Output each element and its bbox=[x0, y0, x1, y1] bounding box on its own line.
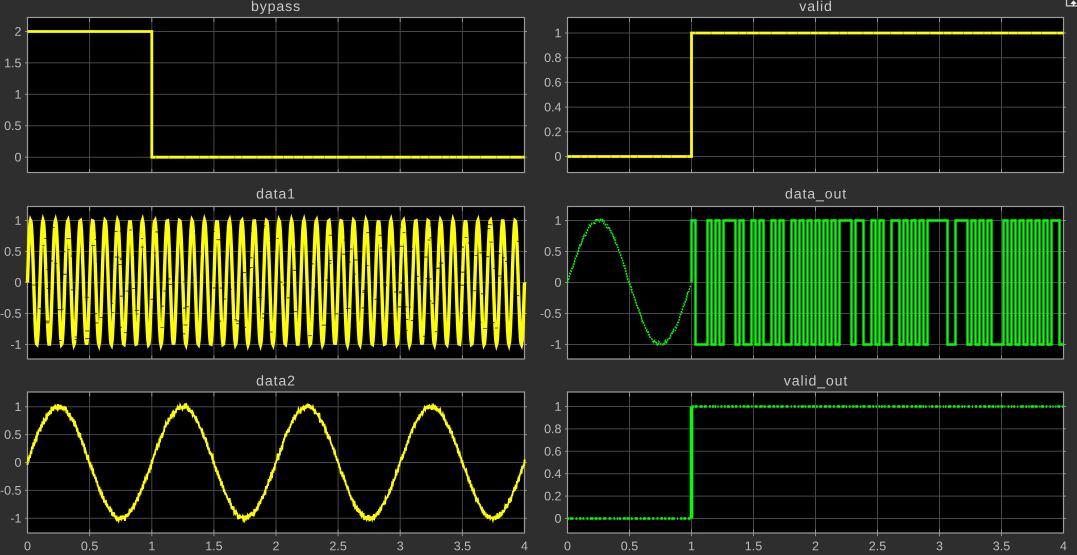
svg-text:0.5: 0.5 bbox=[544, 245, 561, 259]
svg-text:0: 0 bbox=[15, 456, 22, 470]
svg-text:-0.5: -0.5 bbox=[540, 307, 562, 321]
svg-text:2.5: 2.5 bbox=[329, 539, 346, 553]
svg-text:2: 2 bbox=[812, 539, 819, 553]
svg-text:0: 0 bbox=[15, 150, 22, 164]
svg-text:bypass: bypass bbox=[251, 0, 301, 15]
svg-text:0.5: 0.5 bbox=[4, 428, 21, 442]
svg-text:-1: -1 bbox=[10, 338, 21, 352]
svg-text:valid: valid bbox=[799, 0, 832, 15]
svg-text:1: 1 bbox=[15, 400, 22, 414]
svg-text:data1: data1 bbox=[256, 186, 296, 202]
svg-text:0: 0 bbox=[24, 539, 31, 553]
svg-text:1: 1 bbox=[555, 214, 562, 228]
svg-text:1.5: 1.5 bbox=[4, 56, 21, 70]
svg-text:0.8: 0.8 bbox=[544, 51, 561, 65]
svg-text:-0.5: -0.5 bbox=[0, 484, 22, 498]
svg-text:0.6: 0.6 bbox=[544, 76, 561, 90]
svg-text:1: 1 bbox=[148, 539, 155, 553]
svg-text:3: 3 bbox=[397, 539, 404, 553]
svg-text:0.2: 0.2 bbox=[544, 125, 561, 139]
svg-text:0: 0 bbox=[564, 539, 571, 553]
svg-text:0.5: 0.5 bbox=[621, 539, 638, 553]
svg-text:1.5: 1.5 bbox=[745, 539, 762, 553]
svg-text:1: 1 bbox=[15, 214, 22, 228]
svg-text:data2: data2 bbox=[256, 373, 296, 389]
svg-text:0: 0 bbox=[15, 276, 22, 290]
svg-text:0.4: 0.4 bbox=[544, 467, 561, 481]
svg-text:4: 4 bbox=[1060, 539, 1067, 553]
svg-text:0.4: 0.4 bbox=[544, 100, 561, 114]
svg-text:1: 1 bbox=[555, 400, 562, 414]
svg-text:3.5: 3.5 bbox=[993, 539, 1010, 553]
svg-text:0.8: 0.8 bbox=[544, 422, 561, 436]
svg-text:3.5: 3.5 bbox=[454, 539, 471, 553]
svg-text:-0.5: -0.5 bbox=[0, 307, 22, 321]
svg-text:-1: -1 bbox=[550, 338, 561, 352]
svg-text:0.6: 0.6 bbox=[544, 445, 561, 459]
svg-text:-1: -1 bbox=[10, 512, 21, 526]
svg-text:valid_out: valid_out bbox=[784, 373, 848, 389]
svg-text:3: 3 bbox=[936, 539, 943, 553]
svg-text:0: 0 bbox=[555, 512, 562, 526]
svg-text:data_out: data_out bbox=[785, 186, 847, 202]
svg-text:0.2: 0.2 bbox=[544, 489, 561, 503]
svg-text:1: 1 bbox=[555, 26, 562, 40]
svg-text:1: 1 bbox=[688, 539, 695, 553]
svg-text:1.5: 1.5 bbox=[205, 539, 222, 553]
svg-text:0: 0 bbox=[555, 276, 562, 290]
svg-text:2: 2 bbox=[273, 539, 280, 553]
svg-text:0.5: 0.5 bbox=[81, 539, 98, 553]
svg-text:0: 0 bbox=[555, 150, 562, 164]
svg-text:2: 2 bbox=[15, 25, 22, 39]
svg-text:0.5: 0.5 bbox=[4, 245, 21, 259]
svg-text:0.5: 0.5 bbox=[4, 119, 21, 133]
svg-text:2.5: 2.5 bbox=[869, 539, 886, 553]
svg-text:1: 1 bbox=[15, 88, 22, 102]
svg-text:4: 4 bbox=[521, 539, 528, 553]
